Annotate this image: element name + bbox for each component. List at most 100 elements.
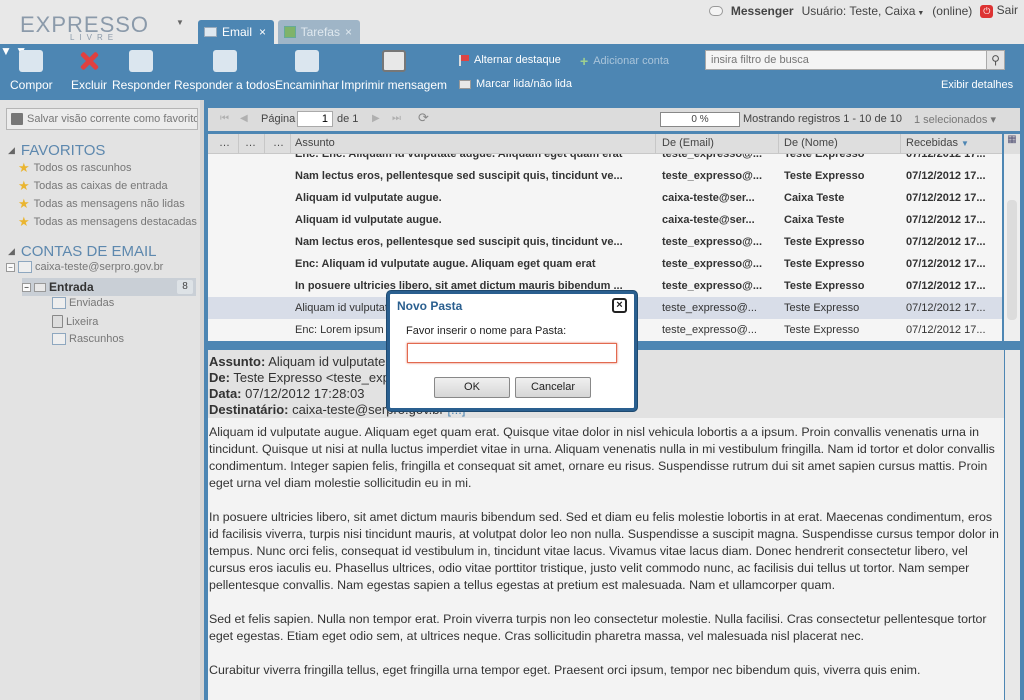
table-row[interactable]: Aliquam id vulputate augue. caixa-teste@s… bbox=[208, 209, 1002, 231]
tab-email[interactable]: Email × bbox=[198, 20, 274, 44]
account-node[interactable]: − caixa-teste@serpro.gov.br bbox=[6, 261, 163, 273]
table-row[interactable]: Enc: Aliquam id vulputate augue. Aliquam… bbox=[208, 253, 1002, 275]
column-separator[interactable] bbox=[655, 134, 656, 154]
sort-desc-icon: ▼ bbox=[961, 139, 969, 148]
table-row[interactable]: Nam lectus eros, pellentesque sed suscip… bbox=[208, 165, 1002, 187]
list-scrollbar[interactable] bbox=[1004, 154, 1020, 341]
user-label: Usuário: Teste, Caixa bbox=[801, 3, 916, 18]
column-header-from-name[interactable]: De (Nome) bbox=[784, 137, 838, 149]
column-separator[interactable] bbox=[290, 134, 291, 154]
star-icon: ★ bbox=[18, 160, 30, 175]
column-picker-icon[interactable]: ▦ bbox=[1004, 134, 1020, 154]
column-header-subject[interactable]: Assunto bbox=[295, 137, 335, 149]
grid-header: … … … Assunto De (Email) De (Nome) Receb… bbox=[208, 134, 1002, 154]
column-header-status[interactable]: … bbox=[273, 137, 284, 149]
sidebar-item-trash[interactable]: Lixeira bbox=[52, 315, 98, 328]
column-header-flag[interactable]: … bbox=[219, 137, 230, 149]
reply-button[interactable]: Responder bbox=[112, 50, 171, 92]
cancel-button[interactable]: Cancelar bbox=[515, 377, 591, 398]
subject-label: Assunto: bbox=[209, 354, 266, 369]
favorite-item[interactable]: ★ Todas as caixas de entrada bbox=[18, 178, 168, 194]
favorite-item[interactable]: ★ Todos os rascunhos bbox=[18, 160, 132, 176]
mail-icon bbox=[204, 27, 217, 37]
sidebar-item-sent[interactable]: Enviadas bbox=[52, 297, 114, 309]
logo-sub: LIVRE bbox=[70, 33, 119, 42]
row-subject: Aliquam id vulputate augue. bbox=[295, 214, 442, 226]
column-header-received[interactable]: Recebidas ▼ bbox=[906, 137, 969, 149]
exit-link[interactable]: ⏻ Sair bbox=[980, 3, 1018, 18]
column-header-from-email[interactable]: De (Email) bbox=[662, 137, 714, 149]
refresh-icon[interactable]: ⟳ bbox=[418, 110, 429, 126]
selection-menu[interactable]: 1 selecionados ▾ bbox=[914, 113, 996, 126]
row-from-name: Teste Expresso bbox=[784, 258, 865, 270]
exit-label: Sair bbox=[996, 3, 1018, 17]
first-page-icon[interactable]: ⏮ bbox=[220, 113, 229, 124]
column-separator[interactable] bbox=[238, 134, 239, 154]
sidebar-item-drafts[interactable]: Rascunhos bbox=[52, 333, 124, 345]
collapse-icon[interactable]: − bbox=[6, 262, 15, 272]
preview-scrollbar[interactable] bbox=[1005, 350, 1020, 700]
compose-button[interactable]: Compor bbox=[10, 50, 53, 92]
selection-count: 1 selecionados bbox=[914, 114, 988, 126]
column-header-attach[interactable]: … bbox=[245, 137, 256, 149]
body-paragraph: In posuere ultricies libero, sit amet di… bbox=[209, 510, 999, 592]
logo-menu-arrow-icon[interactable]: ▼ bbox=[176, 18, 184, 27]
last-page-icon[interactable]: ⏭ bbox=[392, 113, 401, 124]
favorites-section-header[interactable]: ◢ FAVORITOS bbox=[8, 142, 105, 159]
ok-button[interactable]: OK bbox=[434, 377, 510, 398]
expresso-logo[interactable]: EXPRESSO LIVRE bbox=[18, 6, 148, 42]
tab-tarefas-close-icon[interactable]: × bbox=[345, 25, 352, 39]
add-account-label: Adicionar conta bbox=[593, 55, 670, 67]
table-row[interactable]: Aliquam id vulputate augue. caixa-teste@s… bbox=[208, 187, 1002, 209]
body-paragraph: Aliquam id vulputate augue. Aliquam eget… bbox=[209, 425, 995, 490]
table-row[interactable]: Enc: Enc: Aliquam id vulputate augue. Al… bbox=[208, 154, 1002, 165]
sidebar-item-inbox[interactable]: − Entrada bbox=[22, 280, 94, 294]
row-from-email: teste_expresso@... bbox=[662, 236, 762, 248]
save-view-button[interactable]: Salvar visão corrente como favorito bbox=[6, 108, 198, 130]
toggle-highlight-button[interactable]: Alternar destaque bbox=[459, 54, 561, 66]
account-icon bbox=[18, 261, 32, 273]
row-received: 07/12/2012 17... bbox=[906, 280, 986, 292]
favorite-label: Todos os rascunhos bbox=[33, 162, 132, 174]
print-button[interactable]: Imprimir mensagem bbox=[341, 50, 447, 92]
next-page-icon[interactable]: ▶ bbox=[372, 113, 380, 124]
page-number-input[interactable] bbox=[297, 111, 333, 127]
list-scrollbar-thumb[interactable] bbox=[1007, 200, 1017, 320]
tab-email-close-icon[interactable]: × bbox=[259, 25, 266, 39]
column-separator[interactable] bbox=[900, 134, 901, 154]
messenger-link[interactable]: Messenger bbox=[731, 4, 794, 18]
mark-read-button[interactable]: Marcar lida/não lida bbox=[459, 78, 572, 90]
delete-button[interactable]: Excluir bbox=[71, 50, 107, 92]
row-received: 07/12/2012 17... bbox=[906, 258, 986, 270]
forward-label: Encaminhar bbox=[275, 78, 340, 92]
show-details-link[interactable]: Exibir detalhes bbox=[941, 79, 1013, 91]
accounts-section-header[interactable]: ◢ CONTAS DE EMAIL bbox=[8, 243, 157, 260]
tasks-icon bbox=[284, 26, 296, 38]
user-menu[interactable]: Usuário: Teste, Caixa ▼ bbox=[802, 4, 925, 18]
collapse-icon[interactable]: − bbox=[22, 282, 31, 292]
forward-icon bbox=[295, 50, 320, 72]
tab-tarefas[interactable]: Tarefas × bbox=[278, 20, 360, 44]
column-separator[interactable] bbox=[778, 134, 779, 154]
favorite-item[interactable]: ★ Todas as mensagens não lidas bbox=[18, 196, 185, 212]
search-input[interactable] bbox=[705, 50, 1005, 70]
column-separator[interactable] bbox=[264, 134, 265, 154]
add-account-button[interactable]: + Adicionar conta bbox=[580, 53, 669, 69]
row-received: 07/12/2012 17... bbox=[906, 236, 986, 248]
folder-name-input[interactable] bbox=[407, 343, 617, 363]
table-row[interactable]: Nam lectus eros, pellentesque sed suscip… bbox=[208, 231, 1002, 253]
search-icon[interactable]: ⚲ bbox=[986, 51, 1004, 69]
forward-button[interactable]: Encaminhar bbox=[275, 50, 339, 92]
star-icon: ★ bbox=[18, 196, 30, 211]
delete-icon bbox=[77, 50, 101, 72]
reply-all-button[interactable]: Responder a todos bbox=[174, 50, 275, 92]
accounts-title: CONTAS DE EMAIL bbox=[20, 243, 157, 260]
prev-page-icon[interactable]: ◀ bbox=[240, 113, 248, 124]
row-from-email: caixa-teste@ser... bbox=[662, 192, 755, 204]
messenger-icon bbox=[708, 5, 723, 16]
row-from-email: teste_expresso@... bbox=[662, 170, 762, 182]
new-folder-dialog: Novo Pasta × Favor inserir o nome para P… bbox=[387, 291, 637, 411]
favorite-item[interactable]: ★ Todas as mensagens destacadas bbox=[18, 214, 197, 230]
toolbar: Compor ▼ Excluir Responder Responder a t… bbox=[0, 44, 1024, 100]
close-icon[interactable]: × bbox=[612, 298, 627, 313]
